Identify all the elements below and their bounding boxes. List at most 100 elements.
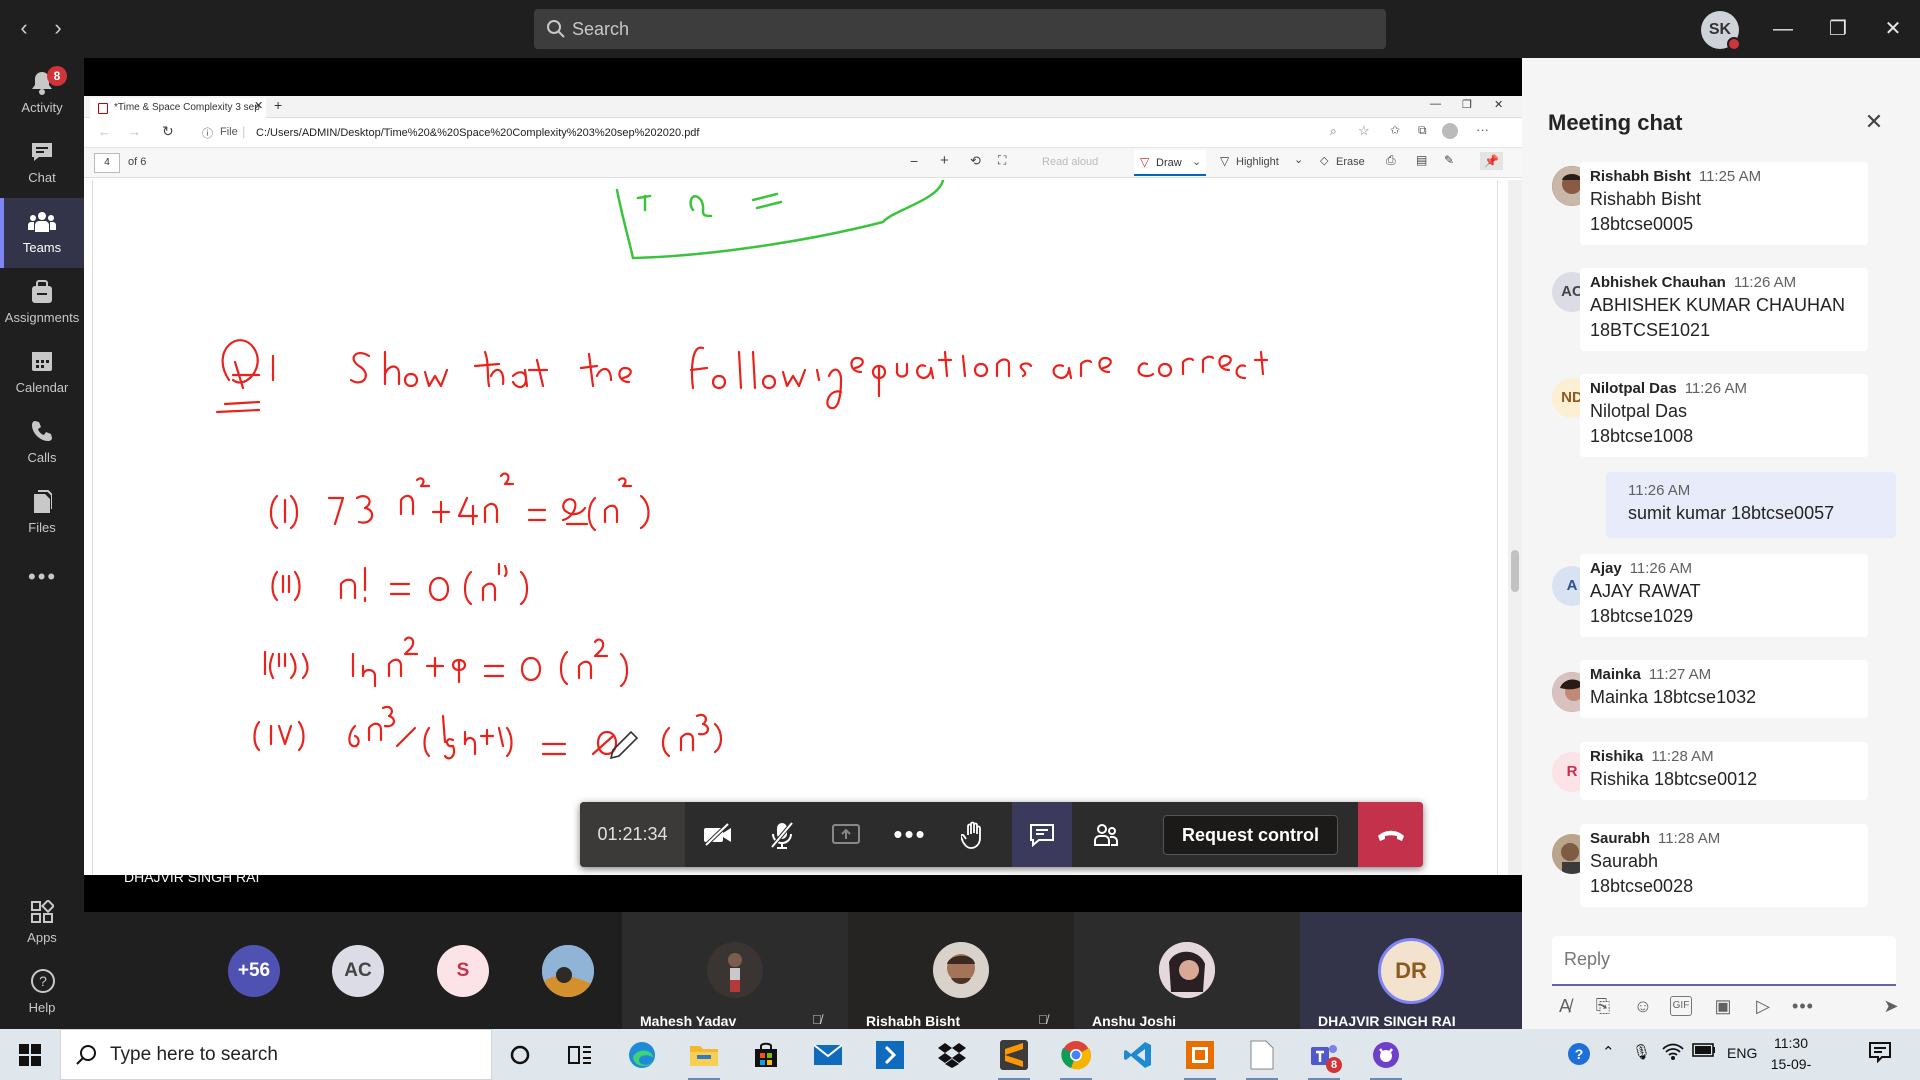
browser-forward-icon[interactable]: →	[128, 124, 141, 139]
hang-up-button[interactable]	[1358, 802, 1423, 867]
request-control-button[interactable]: Request control	[1163, 815, 1338, 855]
pdf-page-canvas[interactable]	[92, 180, 1498, 875]
browser-restore-icon[interactable]: ❐	[1462, 98, 1472, 111]
fit-page-icon[interactable]: ⛶	[998, 153, 1006, 168]
rail-item-teams[interactable]: Teams	[0, 198, 84, 268]
rotate-icon[interactable]: ⟲	[970, 153, 981, 169]
show-conversation-button[interactable]	[1012, 802, 1072, 867]
github-desktop-icon[interactable]	[1366, 1035, 1406, 1080]
participant-tile[interactable]: Rishabh Bisht 🎙̸	[848, 912, 1074, 1029]
zoom-in-icon[interactable]: +	[940, 152, 949, 169]
forward-arrow-icon[interactable]: ›	[46, 17, 70, 41]
participant-tile[interactable]: Mahesh Yadav 🎙̸	[622, 912, 848, 1029]
pdf-scrollbar[interactable]	[1508, 180, 1522, 875]
mail-icon[interactable]	[808, 1035, 848, 1075]
battery-icon[interactable]	[1692, 1043, 1716, 1057]
participant-tile-speaking[interactable]: DR DHAJVIR SINGH RAI	[1300, 912, 1522, 1029]
participant-bubble[interactable]: AC	[332, 945, 384, 997]
send-icon[interactable]: ➤	[1878, 993, 1904, 1019]
rail-item-chat[interactable]: Chat	[0, 128, 84, 198]
more-apps-button[interactable]: •••	[0, 558, 84, 598]
draw-button[interactable]: ▽ Draw ⌄	[1134, 150, 1206, 176]
profile-icon[interactable]	[1442, 123, 1458, 139]
save-icon[interactable]: ▤	[1416, 153, 1427, 167]
close-icon[interactable]: ✕	[1862, 110, 1886, 134]
browser-tab[interactable]: *Time & Space Complexity 3 sep	[90, 98, 266, 118]
reply-box[interactable]	[1552, 936, 1896, 986]
language-label[interactable]: ENG	[1727, 1045, 1757, 1061]
gif-icon[interactable]: GIF	[1670, 996, 1692, 1016]
camera-off-button[interactable]	[688, 802, 748, 867]
more-actions-button[interactable]: •••	[880, 802, 940, 867]
microphone-tray-icon[interactable]: 🎙	[1632, 1043, 1651, 1061]
teams-taskbar-icon[interactable]: 8	[1304, 1035, 1344, 1080]
store-icon[interactable]	[746, 1035, 786, 1075]
favorite-star-icon[interactable]: ☆	[1358, 123, 1370, 139]
zoom-icon[interactable]: ⌕	[1330, 124, 1337, 139]
notifications-icon[interactable]	[1868, 1041, 1892, 1063]
edge-browser-icon[interactable]	[622, 1035, 662, 1075]
new-tab-icon[interactable]: +	[274, 97, 282, 113]
browser-menu-icon[interactable]: ···	[1476, 122, 1489, 137]
back-arrow-icon[interactable]: ‹	[12, 17, 36, 41]
cortana-icon[interactable]	[500, 1035, 540, 1075]
rail-item-files[interactable]: Files	[0, 478, 84, 548]
office-app-icon[interactable]	[1180, 1035, 1220, 1080]
sublime-text-icon[interactable]	[994, 1035, 1034, 1080]
maximize-icon[interactable]: ❐	[1823, 14, 1853, 44]
scrollbar-thumb[interactable]	[1511, 550, 1519, 592]
participant-bubble[interactable]: S	[437, 945, 489, 997]
close-window-icon[interactable]: ✕	[1878, 14, 1908, 44]
browser-minimize-icon[interactable]: —	[1430, 98, 1441, 110]
highlight-button[interactable]: Highlight	[1236, 156, 1279, 168]
user-avatar[interactable]: SK	[1701, 11, 1741, 51]
more-participants-badge[interactable]: +56	[228, 945, 280, 997]
file-explorer-icon[interactable]	[684, 1035, 724, 1080]
read-aloud-button[interactable]: Read aloud	[1042, 156, 1098, 168]
chevron-up-icon[interactable]: ⌃	[1602, 1043, 1615, 1061]
refresh-icon[interactable]: ↻	[162, 123, 174, 140]
rail-item-apps[interactable]: Apps	[0, 890, 84, 960]
chrome-icon[interactable]	[1056, 1035, 1096, 1080]
minimize-icon[interactable]: —	[1768, 14, 1798, 44]
pin-icon[interactable]: 📌	[1480, 152, 1503, 170]
rail-item-calendar[interactable]: Calendar	[0, 338, 84, 408]
sticker-icon[interactable]: ▣	[1710, 993, 1736, 1019]
attach-icon[interactable]: ⎘	[1590, 993, 1616, 1019]
address-input[interactable]: C:/Users/ADMIN/Desktop/Time%20&%20Space%…	[256, 122, 1456, 144]
show-participants-button[interactable]	[1076, 802, 1136, 867]
favorites-icon[interactable]: ✩	[1390, 123, 1400, 137]
reply-input[interactable]	[1552, 936, 1852, 982]
print-icon[interactable]: ⎙	[1386, 153, 1396, 168]
document-icon[interactable]	[1242, 1035, 1282, 1080]
page-number-input[interactable]: 4	[94, 153, 120, 173]
search-input[interactable]: Search	[534, 9, 1386, 49]
collections-icon[interactable]: ⧉	[1418, 123, 1427, 138]
taskbar-search-box[interactable]: Type here to search	[60, 1029, 492, 1080]
vscode-icon[interactable]	[1118, 1035, 1158, 1075]
rail-item-activity[interactable]: 8 Activity	[0, 58, 84, 128]
format-icon[interactable]: A̸	[1552, 993, 1578, 1019]
rail-item-calls[interactable]: Calls	[0, 408, 84, 478]
praise-icon[interactable]: ▷	[1750, 993, 1776, 1019]
erase-button[interactable]: Erase	[1336, 156, 1365, 168]
emoji-icon[interactable]: ☺	[1630, 993, 1656, 1019]
rail-item-assignments[interactable]: Assignments	[0, 268, 84, 338]
mute-button[interactable]	[752, 802, 812, 867]
help-tray-icon[interactable]: ?	[1566, 1041, 1592, 1067]
power-automate-icon[interactable]	[870, 1035, 910, 1075]
browser-back-icon[interactable]: ←	[98, 124, 111, 139]
start-button[interactable]	[0, 1029, 60, 1080]
rail-item-help[interactable]: ? Help	[0, 960, 84, 1030]
save-as-icon[interactable]: ✎	[1444, 153, 1454, 167]
chevron-down-icon[interactable]: ⌄	[1294, 153, 1303, 166]
wifi-icon[interactable]	[1662, 1043, 1684, 1061]
task-view-icon[interactable]	[560, 1035, 600, 1075]
taskbar-clock[interactable]: 11:30 15-09-2020	[1756, 1033, 1826, 1080]
participant-photo-bubble[interactable]	[542, 945, 594, 997]
share-screen-button[interactable]	[816, 802, 876, 867]
more-options-icon[interactable]: •••	[1790, 993, 1816, 1019]
dropbox-icon[interactable]	[932, 1035, 972, 1075]
zoom-out-icon[interactable]: −	[910, 153, 918, 169]
participant-tile[interactable]: Anshu Joshi	[1074, 912, 1300, 1029]
